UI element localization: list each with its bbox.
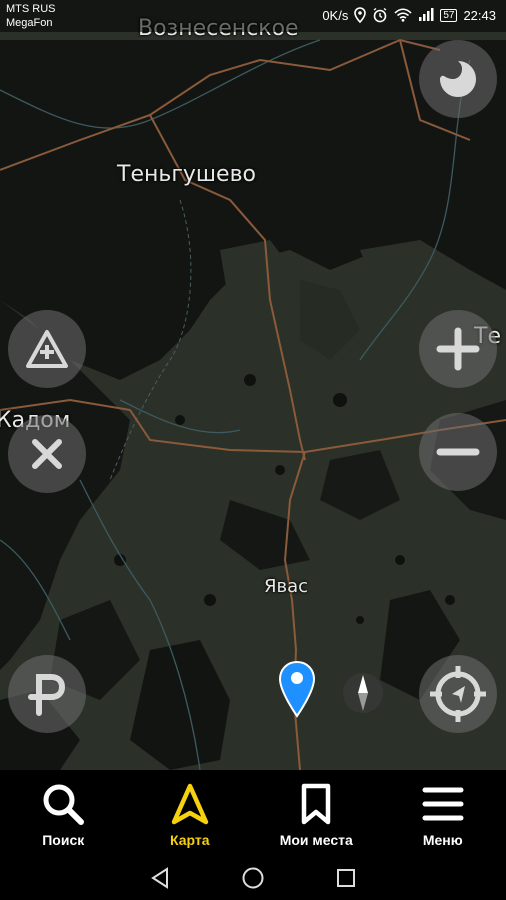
zoom-out-button[interactable] [419, 413, 497, 491]
parking-icon [28, 674, 66, 716]
nav-search-label: Поиск [42, 832, 85, 848]
map-label-yavas: Явас [264, 576, 309, 597]
traffic-button[interactable] [8, 310, 86, 388]
night-mode-button[interactable] [419, 40, 497, 118]
traffic-triangle-icon [26, 330, 68, 368]
moon-icon [440, 61, 476, 97]
crosshair-location-icon [430, 666, 486, 722]
status-icons: 0K/s 57 22:43 [322, 7, 496, 23]
my-location-button[interactable] [419, 655, 497, 733]
recents-icon[interactable] [335, 867, 357, 889]
hamburger-menu-icon [422, 787, 464, 821]
carrier-info: MTS RUS MegaFon [6, 2, 56, 30]
nav-map-label: Карта [169, 832, 210, 848]
nav-map[interactable]: Карта [127, 770, 254, 856]
home-icon[interactable] [241, 866, 265, 890]
bottom-navigation: Поиск Карта Мои места Меню [0, 770, 506, 856]
map-label-tengushevo: Теньгушево [117, 162, 256, 187]
signal-icon [419, 8, 434, 21]
zoom-in-button[interactable] [419, 310, 497, 388]
compass-icon [358, 675, 368, 711]
nav-my-places-label: Мои места [279, 832, 353, 848]
map-view[interactable]: Вознесенское Теньгушево Кадом Явас Те [0, 0, 506, 770]
nav-my-places[interactable]: Мои места [253, 770, 380, 856]
battery-level: 57 [440, 8, 458, 22]
clock: 22:43 [463, 7, 496, 23]
wifi-icon [394, 8, 412, 22]
back-icon[interactable] [149, 866, 171, 890]
search-icon [43, 784, 85, 825]
nav-menu[interactable]: Меню [380, 770, 506, 856]
location-icon [354, 7, 367, 23]
location-pin-icon[interactable] [278, 660, 316, 718]
alarm-icon [373, 7, 387, 23]
nav-menu-label: Меню [422, 832, 463, 848]
parking-button[interactable] [8, 655, 86, 733]
status-bar: MTS RUS MegaFon 0K/s 57 22:43 [0, 0, 506, 32]
close-x-icon [32, 439, 62, 469]
plus-icon [436, 327, 480, 371]
carrier-1: MTS RUS [6, 3, 56, 15]
system-navigation-bar [0, 856, 506, 900]
net-speed: 0K/s [322, 7, 349, 23]
carrier-2: MegaFon [6, 17, 53, 29]
bookmark-icon [302, 783, 331, 825]
map-layers-button[interactable] [8, 415, 86, 493]
map-terrain [0, 38, 506, 770]
compass-button[interactable] [343, 673, 383, 713]
minus-icon [436, 448, 480, 456]
nav-search[interactable]: Поиск [0, 770, 127, 856]
navigation-arrow-icon [171, 783, 208, 825]
